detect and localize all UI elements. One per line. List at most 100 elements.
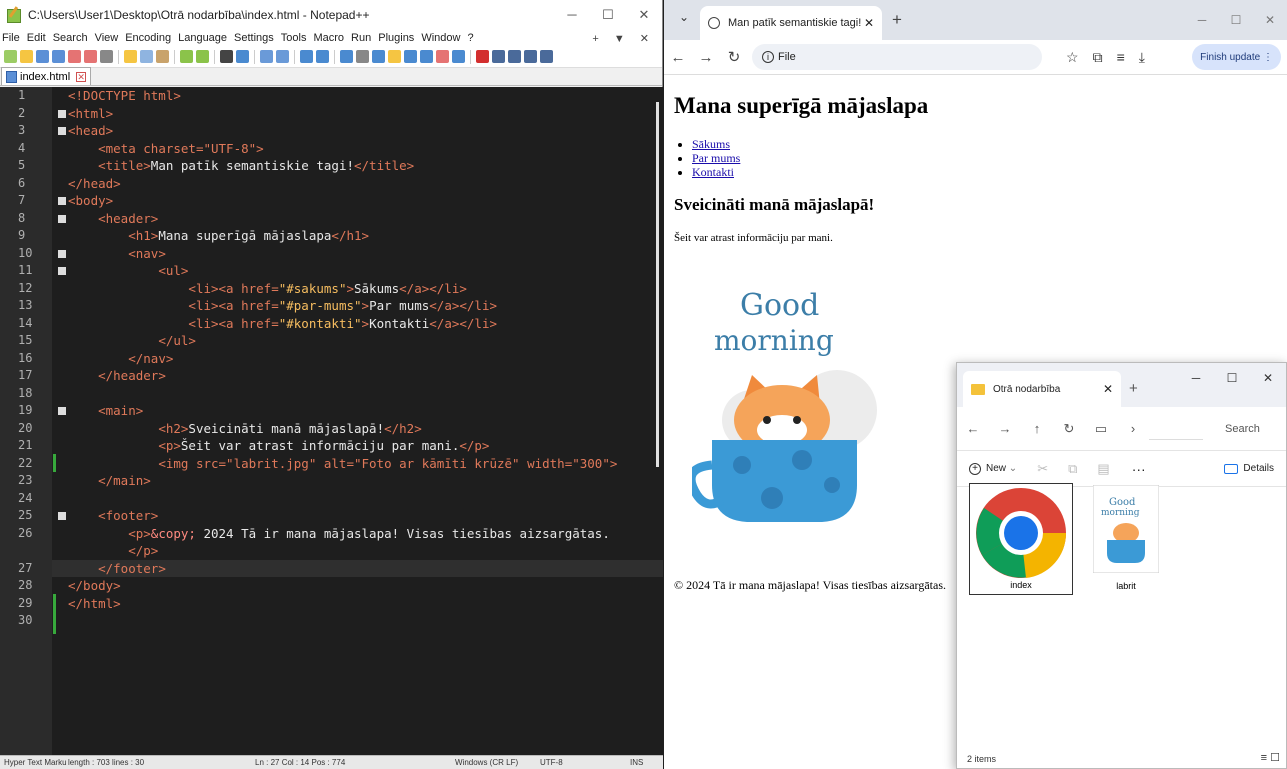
- menu-language[interactable]: Language: [178, 32, 227, 44]
- download-icon[interactable]: ⤓: [1139, 49, 1145, 66]
- close-all-icon[interactable]: [84, 50, 97, 63]
- close-tab-icon[interactable]: ✕: [864, 16, 874, 30]
- monitoring-icon[interactable]: [452, 50, 465, 63]
- address-bar[interactable]: i File: [752, 44, 1042, 70]
- maximize-button[interactable]: ☐: [1214, 371, 1250, 385]
- new-tab-button[interactable]: +: [1129, 380, 1138, 397]
- vertical-scrollbar[interactable]: [656, 102, 659, 467]
- play-multiple-icon[interactable]: [524, 50, 537, 63]
- minimize-button[interactable]: ─: [554, 7, 590, 23]
- paste-icon[interactable]: [156, 50, 169, 63]
- zoom-in-icon[interactable]: [260, 50, 273, 63]
- line-number: 26: [18, 525, 33, 540]
- function-list-icon[interactable]: [420, 50, 433, 63]
- close-button[interactable]: ✕: [1250, 371, 1286, 385]
- sync-vertical-icon[interactable]: [300, 50, 313, 63]
- file-item-index[interactable]: index: [969, 483, 1073, 595]
- minimize-button[interactable]: ─: [1178, 371, 1214, 385]
- path-bar[interactable]: [1149, 418, 1203, 440]
- menu-encoding[interactable]: Encoding: [125, 32, 171, 44]
- close-tab-icon[interactable]: ✕: [76, 71, 87, 82]
- tab-index-html[interactable]: index.html ✕: [1, 67, 92, 85]
- menu-tools[interactable]: Tools: [281, 32, 307, 44]
- folder-as-workspace-icon[interactable]: [436, 50, 449, 63]
- menu-help[interactable]: ?: [467, 32, 473, 44]
- close-tab-icon[interactable]: ✕: [1103, 382, 1113, 396]
- up-arrow-icon[interactable]: ↑: [1021, 421, 1053, 436]
- menu-view[interactable]: View: [95, 32, 119, 44]
- doc-map-icon[interactable]: [404, 50, 417, 63]
- udl-icon[interactable]: [388, 50, 401, 63]
- more-options-icon[interactable]: ···: [1132, 461, 1146, 477]
- minimize-button[interactable]: ─: [1185, 13, 1219, 27]
- search-box[interactable]: Search: [1225, 423, 1260, 435]
- copy-icon[interactable]: ⧉: [1068, 461, 1077, 477]
- view-toggle-icons[interactable]: ≡ ☐: [1261, 751, 1280, 764]
- maximize-button[interactable]: ☐: [590, 7, 626, 23]
- back-arrow-icon[interactable]: ←: [664, 49, 692, 66]
- code-editor[interactable]: 1 2 3 4 5 6 7 8 9 10 11 12 13 14 15 16 17 18 19 20 21 22 23 24 2…: [0, 87, 663, 755]
- save-icon[interactable]: [36, 50, 49, 63]
- undo-icon[interactable]: [180, 50, 193, 63]
- code-line: <title>Man patīk semantiskie tagi!</titl…: [98, 158, 415, 173]
- save-all-icon[interactable]: [52, 50, 65, 63]
- close-file-icon[interactable]: [68, 50, 81, 63]
- nav-link-kontakti[interactable]: Kontakti: [692, 165, 734, 179]
- replace-icon[interactable]: [236, 50, 249, 63]
- nav-link-par-mums[interactable]: Par mums: [692, 151, 740, 165]
- file-item-labrit[interactable]: Good morning labrit: [1091, 484, 1161, 593]
- new-button[interactable]: + New ⌄: [969, 462, 1017, 475]
- menu-window[interactable]: Window: [421, 32, 460, 44]
- explorer-tab-title: Otrā nodarbība: [993, 383, 1061, 395]
- menu-macro[interactable]: Macro: [313, 32, 344, 44]
- extensions-puzzle-icon[interactable]: ⧉: [1093, 49, 1103, 66]
- maximize-button[interactable]: ☐: [1219, 13, 1253, 27]
- show-all-chars-icon[interactable]: [356, 50, 369, 63]
- code-area[interactable]: <!DOCTYPE html> <html> <head> <meta char…: [52, 87, 663, 755]
- record-macro-icon[interactable]: [476, 50, 489, 63]
- forward-arrow-icon[interactable]: →: [692, 49, 720, 66]
- paste-icon[interactable]: ▤: [1097, 461, 1109, 477]
- reload-icon[interactable]: ↻: [720, 48, 748, 66]
- sync-horizontal-icon[interactable]: [316, 50, 329, 63]
- menu-right-controls[interactable]: + ▼ ✕: [592, 32, 655, 45]
- cut-icon[interactable]: ✂: [1037, 461, 1048, 477]
- copy-icon[interactable]: [140, 50, 153, 63]
- stop-macro-icon[interactable]: [492, 50, 505, 63]
- play-macro-icon[interactable]: [508, 50, 521, 63]
- save-macro-icon[interactable]: [540, 50, 553, 63]
- menu-search[interactable]: Search: [53, 32, 88, 44]
- refresh-icon[interactable]: ↻: [1053, 421, 1085, 437]
- forward-arrow-icon[interactable]: →: [989, 421, 1021, 436]
- zoom-out-icon[interactable]: [276, 50, 289, 63]
- nav-link-sakums[interactable]: Sākums: [692, 137, 730, 151]
- chevron-right-icon[interactable]: ›: [1117, 421, 1149, 436]
- menu-settings[interactable]: Settings: [234, 32, 274, 44]
- back-arrow-icon[interactable]: ←: [957, 421, 989, 436]
- tab-search-button[interactable]: ⌄: [674, 10, 694, 30]
- print-icon[interactable]: [100, 50, 113, 63]
- info-icon[interactable]: i: [762, 51, 774, 63]
- new-file-icon[interactable]: [4, 50, 17, 63]
- close-button[interactable]: ✕: [626, 7, 662, 23]
- menu-file[interactable]: File: [2, 32, 20, 44]
- menu-plugins[interactable]: Plugins: [378, 32, 414, 44]
- redo-icon[interactable]: [196, 50, 209, 63]
- open-file-icon[interactable]: [20, 50, 33, 63]
- cut-icon[interactable]: [124, 50, 137, 63]
- explorer-tab[interactable]: Otrā nodarbība ✕: [963, 371, 1121, 407]
- indent-guide-icon[interactable]: [372, 50, 385, 63]
- word-wrap-icon[interactable]: [340, 50, 353, 63]
- find-icon[interactable]: [220, 50, 233, 63]
- finish-update-button[interactable]: Finish update ⋮: [1192, 44, 1281, 70]
- notepadpp-logo-icon: [6, 8, 22, 23]
- bookmark-star-icon[interactable]: ☆: [1066, 49, 1079, 66]
- close-button[interactable]: ✕: [1253, 13, 1287, 27]
- reading-list-icon[interactable]: ≡: [1117, 49, 1125, 66]
- chrome-tab-active[interactable]: Man patīk semantiskie tagi! ✕: [700, 6, 882, 40]
- menu-run[interactable]: Run: [351, 32, 371, 44]
- details-button[interactable]: Details: [1224, 463, 1274, 474]
- new-tab-button[interactable]: +: [892, 10, 902, 30]
- this-pc-icon[interactable]: ▭: [1085, 421, 1117, 437]
- menu-edit[interactable]: Edit: [27, 32, 46, 44]
